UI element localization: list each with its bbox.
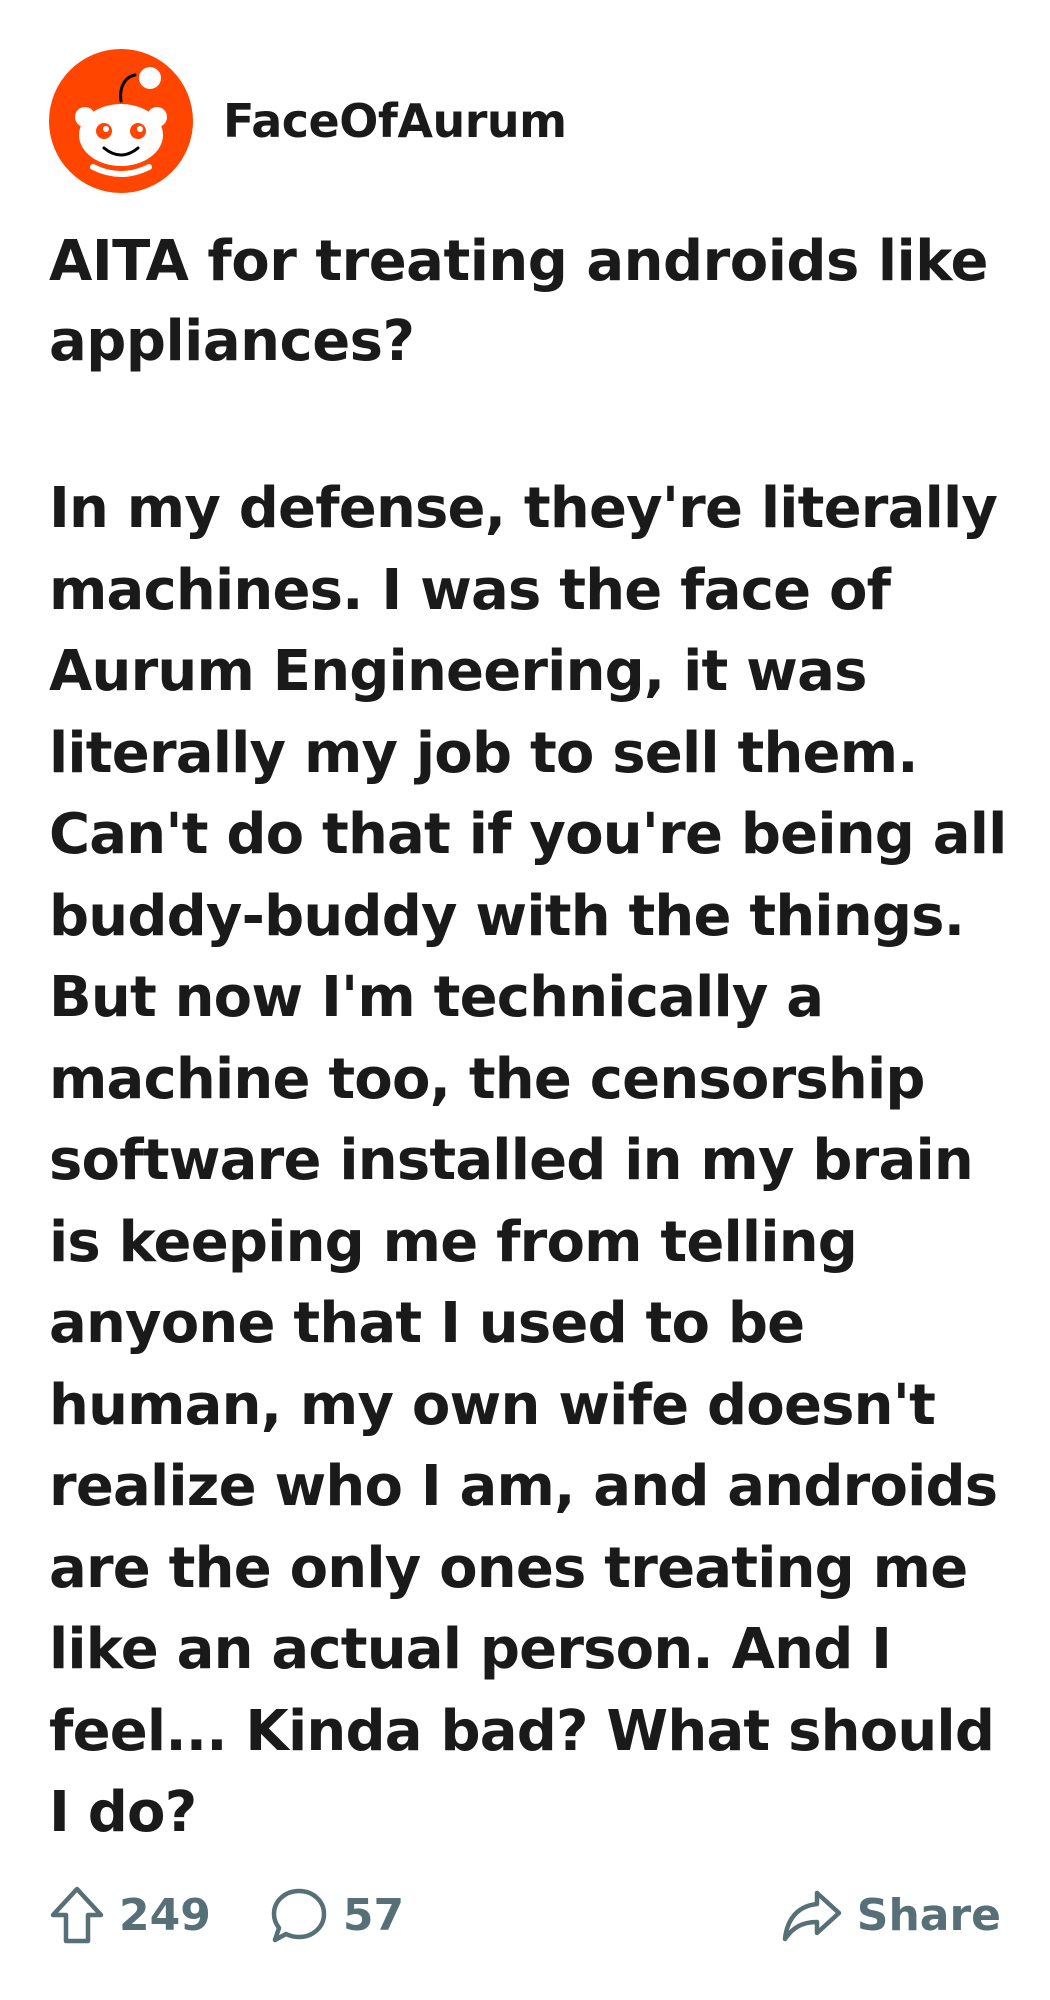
- post-header: FaceOfAurum: [49, 49, 567, 193]
- avatar[interactable]: [49, 49, 193, 193]
- post-actions-bar: 249 57 Share: [49, 1880, 1001, 1950]
- post-title[interactable]: AITA for treating androids like applianc…: [49, 222, 1009, 382]
- share-button[interactable]: Share: [781, 1887, 1001, 1943]
- post-card: FaceOfAurum AITA for treating androids l…: [0, 0, 1050, 2000]
- share-arrow-icon: [782, 1890, 841, 1942]
- comments-button[interactable]: 57: [269, 1885, 404, 1945]
- upvote-arrow-icon: [50, 1886, 104, 1944]
- upvote-button[interactable]: 249: [49, 1885, 211, 1945]
- comment-bubble-icon: [271, 1888, 327, 1943]
- reddit-snoo-icon: [49, 49, 193, 193]
- comment-count: 57: [342, 1889, 405, 1941]
- upvote-count: 249: [119, 1889, 211, 1941]
- author-username[interactable]: FaceOfAurum: [223, 94, 567, 148]
- post-body: In my defense, they're literally machine…: [49, 476, 1007, 1845]
- share-label: Share: [856, 1889, 1001, 1941]
